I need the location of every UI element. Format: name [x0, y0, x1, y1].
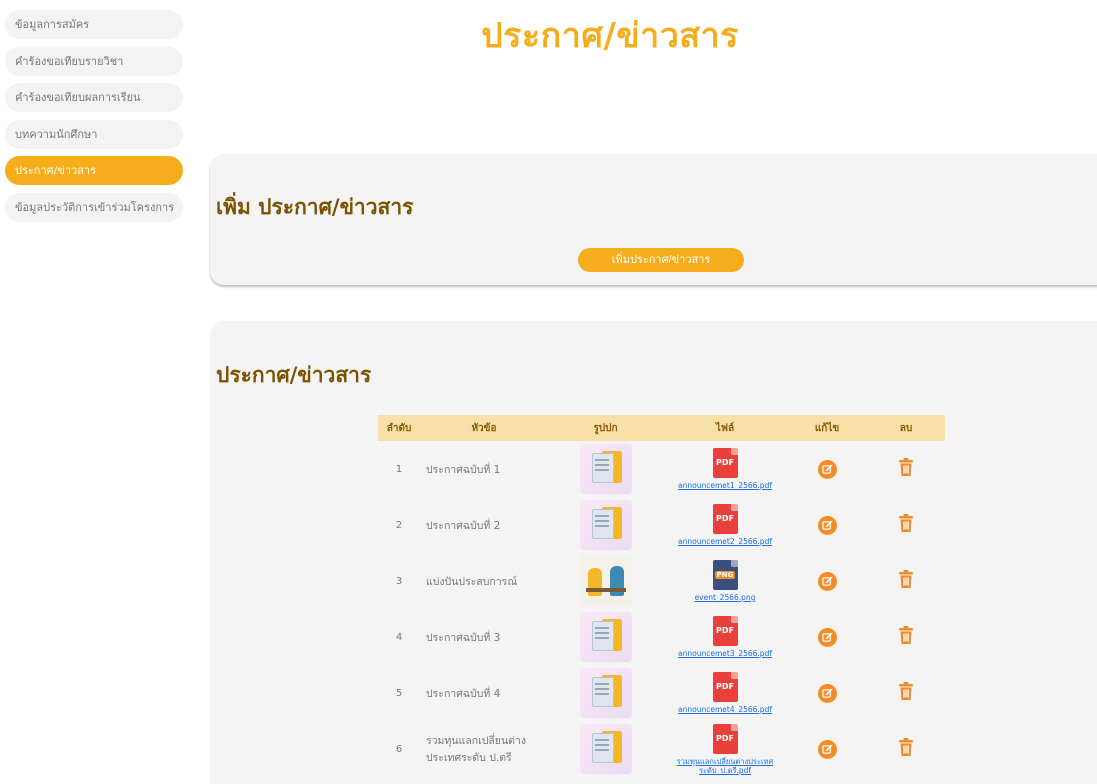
announcement-table: ลำดับ หัวข้อ รูปปก ไฟล์ แก้ไข ลบ 1 ประกา… [378, 415, 945, 777]
column-header-cover: รูปปก [548, 415, 663, 441]
trash-icon[interactable] [898, 570, 914, 592]
trash-icon[interactable] [898, 682, 914, 704]
pdf-file-icon[interactable]: PDF [712, 616, 738, 646]
row-number: 5 [395, 687, 403, 699]
row-delete [867, 553, 945, 609]
add-section-heading: เพิ่ม ประกาศ/ข่าวสาร [216, 195, 414, 219]
edit-icon[interactable] [817, 739, 837, 759]
add-announcement-card: เพิ่ม ประกาศ/ข่าวสาร เพิ่มประกาศ/ข่าวสาร [210, 154, 1097, 285]
row-delete [867, 609, 945, 665]
edit-icon[interactable] [817, 459, 837, 479]
row-cover [548, 721, 663, 777]
row-edit [787, 609, 867, 665]
row-number: 2 [395, 519, 403, 531]
table-header-row: ลำดับ หัวข้อ รูปปก ไฟล์ แก้ไข ลบ [378, 415, 945, 441]
sidebar-item-participation-history[interactable]: ข้อมูลประวัติการเข้าร่วมโครงการ [5, 192, 183, 222]
column-header-no: ลำดับ [378, 415, 420, 441]
row-edit [787, 553, 867, 609]
row-file: PDF announcemet1_2566.pdf [663, 441, 787, 497]
row-edit [787, 721, 867, 777]
row-number: 3 [395, 575, 403, 587]
file-link[interactable]: event_2566.png [695, 593, 756, 602]
cover-image [579, 556, 632, 606]
edit-icon[interactable] [817, 571, 837, 591]
sidebar-item-application[interactable]: ข้อมูลการสมัคร [5, 10, 183, 39]
table-row: 1 ประกาศฉบับที่ 1 PDF announcemet1_2566.p… [378, 441, 945, 497]
pdf-file-icon[interactable]: PDF [712, 504, 738, 534]
row-file: PDF announcemet3_2566.pdf [663, 609, 787, 665]
row-delete [867, 441, 945, 497]
row-file: PDF announcemet2_2566.pdf [663, 497, 787, 553]
row-edit [787, 665, 867, 721]
pdf-file-icon[interactable]: PDF [712, 723, 738, 754]
file-link[interactable]: announcemet3_2566.pdf [678, 649, 772, 658]
cover-image [579, 612, 632, 662]
cover-image [579, 444, 632, 494]
row-file: PDF announcemet4_2566.pdf [663, 665, 787, 721]
table-row: 2 ประกาศฉบับที่ 2 PDF announcemet2_2566.p… [378, 497, 945, 553]
table-row: 3 แบ่งปันประสบการณ์ PNG event_2566.png [378, 553, 945, 609]
column-header-topic: หัวข้อ [420, 415, 548, 441]
announcement-list-card: ประกาศ/ข่าวสาร ลำดับ หัวข้อ รูปปก ไฟล์ แ… [210, 321, 1097, 784]
row-cover [548, 497, 663, 553]
row-cover [548, 609, 663, 665]
sidebar: ข้อมูลการสมัคร คำร้องขอเทียบรายวิชา คำร้… [5, 10, 183, 229]
trash-icon[interactable] [898, 626, 914, 648]
trash-icon[interactable] [898, 738, 914, 760]
file-link[interactable]: announcemet2_2566.pdf [678, 537, 772, 546]
page-title: ประกาศ/ข่าวสาร [481, 16, 739, 56]
row-edit [787, 497, 867, 553]
table-row: 4 ประกาศฉบับที่ 3 PDF announcemet3_2566.p… [378, 609, 945, 665]
file-link[interactable]: announcemet1_2566.pdf [678, 481, 772, 490]
row-delete [867, 665, 945, 721]
sidebar-item-grade-transfer[interactable]: คำร้องขอเทียบผลการเรียน [5, 83, 183, 112]
file-link[interactable]: รวมทุนแลกเปลี่ยนต่างประเทศระดับ_ป.ตรี.pd… [670, 757, 780, 775]
row-delete [867, 721, 945, 777]
sidebar-item-student-articles[interactable]: บทความนักศึกษา [5, 119, 183, 149]
add-announcement-button[interactable]: เพิ่มประกาศ/ข่าวสาร [578, 248, 744, 272]
row-edit [787, 441, 867, 497]
row-topic: ประกาศฉบับที่ 1 [426, 463, 501, 476]
cover-image [579, 724, 632, 774]
row-number: 6 [395, 743, 403, 755]
edit-icon[interactable] [817, 683, 837, 703]
row-number: 1 [395, 463, 403, 475]
cover-image [579, 668, 632, 718]
row-file: PNG event_2566.png [663, 553, 787, 609]
column-header-file: ไฟล์ [663, 415, 787, 441]
row-topic: แบ่งปันประสบการณ์ [426, 575, 518, 588]
row-topic: ประกาศฉบับที่ 3 [426, 631, 501, 644]
cover-image [579, 500, 632, 550]
row-number: 4 [395, 631, 403, 643]
trash-icon[interactable] [898, 514, 914, 536]
row-file: PDF รวมทุนแลกเปลี่ยนต่างประเทศระดับ_ป.ตรี… [663, 721, 787, 777]
column-header-edit: แก้ไข [787, 415, 867, 441]
edit-icon[interactable] [817, 515, 837, 535]
pdf-file-icon[interactable]: PDF [712, 448, 738, 478]
row-cover [548, 553, 663, 609]
row-cover [548, 441, 663, 497]
row-topic: รวมทุนแลกเปลี่ยนต่างประเทศระดับ ป.ตรี [426, 735, 526, 764]
column-header-delete: ลบ [867, 415, 945, 441]
trash-icon[interactable] [898, 458, 914, 480]
table-row: 5 ประกาศฉบับที่ 4 PDF announcemet4_2566.p… [378, 665, 945, 721]
table-row: 6 รวมทุนแลกเปลี่ยนต่างประเทศระดับ ป.ตรี … [378, 721, 945, 777]
row-topic: ประกาศฉบับที่ 4 [426, 687, 501, 700]
row-topic: ประกาศฉบับที่ 2 [426, 519, 501, 532]
pdf-file-icon[interactable]: PDF [712, 672, 738, 702]
file-link[interactable]: announcemet4_2566.pdf [678, 705, 772, 714]
png-file-icon[interactable]: PNG [712, 560, 738, 590]
row-delete [867, 497, 945, 553]
edit-icon[interactable] [817, 627, 837, 647]
sidebar-item-course-transfer[interactable]: คำร้องขอเทียบรายวิชา [5, 46, 183, 76]
row-cover [548, 665, 663, 721]
sidebar-item-announcements[interactable]: ประกาศ/ข่าวสาร [5, 156, 183, 185]
list-section-heading: ประกาศ/ข่าวสาร [216, 363, 372, 387]
